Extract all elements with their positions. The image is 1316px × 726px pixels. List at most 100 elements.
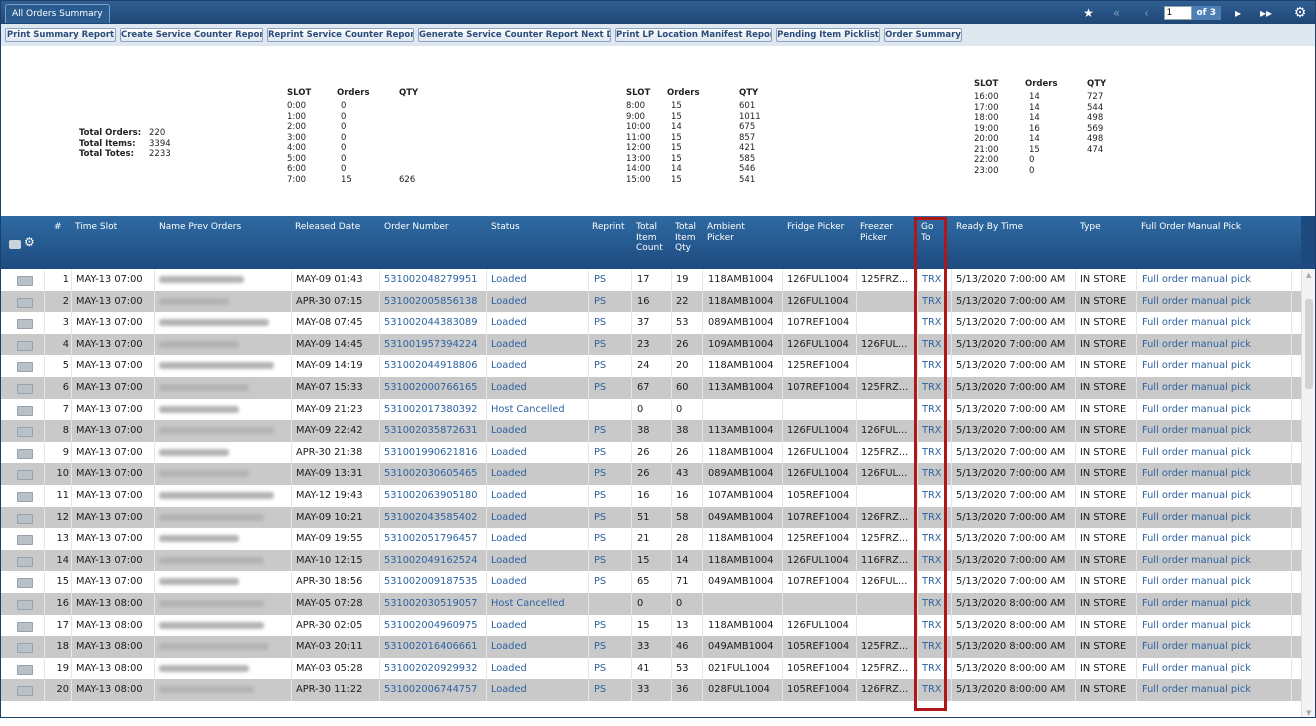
row-full-order-manual-pick[interactable]: Full order manual pick (1142, 550, 1251, 572)
row-go-to-link[interactable]: TRX (922, 658, 942, 680)
row-select-icon[interactable] (17, 686, 33, 697)
row-full-order-manual-pick[interactable]: Full order manual pick (1142, 593, 1251, 615)
row-go-to-link[interactable]: TRX (922, 571, 942, 593)
row-order-number[interactable]: 531002043585402 (384, 507, 478, 529)
row-go-to-link[interactable]: TRX (922, 615, 942, 637)
row-reprint[interactable]: PS (594, 507, 606, 529)
col-status[interactable]: Status (491, 222, 520, 233)
row-order-number[interactable]: 531002063905180 (384, 485, 478, 507)
table-row[interactable]: 9 MAY-13 07:00 APR-30 21:38 531001990621816… (1, 441, 1301, 465)
row-select-icon[interactable] (17, 492, 33, 502)
row-select-icon[interactable] (17, 448, 33, 459)
table-row[interactable]: 6 MAY-13 07:00 MAY-07 15:33 531002000766165… (1, 377, 1301, 400)
row-full-order-manual-pick[interactable]: Full order manual pick (1142, 442, 1251, 464)
row-reprint[interactable]: PS (594, 269, 606, 291)
row-reprint[interactable]: PS (594, 571, 606, 593)
row-full-order-manual-pick[interactable]: Full order manual pick (1142, 269, 1251, 291)
row-full-order-manual-pick[interactable]: Full order manual pick (1142, 463, 1251, 485)
order-summary-button[interactable]: Order Summary (884, 28, 962, 42)
row-reprint[interactable]: PS (594, 485, 606, 507)
row-go-to-link[interactable]: TRX (922, 679, 942, 701)
row-order-number[interactable]: 531001957394224 (384, 334, 478, 356)
scroll-thumb[interactable] (1305, 299, 1313, 389)
table-row[interactable]: 14 MAY-13 07:00 MAY-10 12:15 53100204916252… (1, 549, 1301, 573)
row-reprint[interactable]: PS (594, 420, 606, 442)
row-reprint[interactable]: PS (594, 615, 606, 637)
table-row[interactable]: 10 MAY-13 07:00 MAY-09 13:31 53100203060546… (1, 463, 1301, 486)
col-name[interactable]: Name Prev Orders (159, 222, 241, 233)
row-reprint[interactable]: PS (594, 550, 606, 572)
row-select-icon[interactable] (17, 578, 33, 589)
row-go-to-link[interactable]: TRX (922, 507, 942, 529)
row-full-order-manual-pick[interactable]: Full order manual pick (1142, 399, 1251, 421)
row-order-number[interactable]: 531002005856138 (384, 291, 478, 313)
row-order-number[interactable]: 531002048279951 (384, 269, 478, 291)
row-order-number[interactable]: 531002000766165 (384, 377, 478, 399)
grid-scrollbar[interactable]: ▲ ▼ (1301, 269, 1315, 717)
col-full-order-manual-pick[interactable]: Full Order Manual Pick (1141, 222, 1241, 233)
row-go-to-link[interactable]: TRX (922, 291, 942, 313)
row-select-icon[interactable] (17, 556, 33, 567)
row-select-icon[interactable] (17, 384, 33, 394)
row-go-to-link[interactable]: TRX (922, 463, 942, 485)
prev-page-icon[interactable]: ‹ (1136, 6, 1158, 20)
table-row[interactable]: 3 MAY-13 07:00 MAY-08 07:45 531002044383089… (1, 312, 1301, 335)
row-go-to-link[interactable]: TRX (922, 636, 942, 658)
row-go-to-link[interactable]: TRX (922, 269, 942, 291)
pending-item-picklist-button[interactable]: Pending Item Picklist (776, 28, 880, 42)
print-lp-location-manifest-button[interactable]: Print LP Location Manifest Report (615, 28, 772, 42)
scroll-up-icon[interactable]: ▲ (1306, 271, 1311, 279)
row-full-order-manual-pick[interactable]: Full order manual pick (1142, 507, 1251, 529)
col-total-item-count[interactable]: Total Item Count (636, 222, 670, 254)
row-full-order-manual-pick[interactable]: Full order manual pick (1142, 485, 1251, 507)
row-select-icon[interactable] (17, 535, 33, 546)
row-full-order-manual-pick[interactable]: Full order manual pick (1142, 334, 1251, 356)
row-go-to-link[interactable]: TRX (922, 399, 942, 421)
table-row[interactable]: 7 MAY-13 07:00 MAY-09 21:23 531002017380392… (1, 398, 1301, 422)
row-select-icon[interactable] (17, 297, 33, 308)
scroll-down-icon[interactable]: ▼ (1306, 709, 1311, 717)
row-order-number[interactable]: 531002044383089 (384, 312, 478, 334)
row-full-order-manual-pick[interactable]: Full order manual pick (1142, 658, 1251, 680)
table-row[interactable]: 15 MAY-13 07:00 APR-30 18:56 53100200918753… (1, 571, 1301, 594)
row-reprint[interactable]: PS (594, 679, 606, 701)
row-go-to-link[interactable]: TRX (922, 355, 942, 377)
row-reprint[interactable]: PS (594, 658, 606, 680)
row-reprint[interactable]: PS (594, 291, 606, 313)
col-released-date[interactable]: Released Date (295, 222, 360, 233)
col-order-number[interactable]: Order Number (384, 222, 449, 233)
row-go-to-link[interactable]: TRX (922, 485, 942, 507)
page-input[interactable] (1163, 5, 1192, 20)
row-order-number[interactable]: 531002016406661 (384, 636, 478, 658)
row-select-icon[interactable] (17, 643, 33, 654)
table-row[interactable]: 4 MAY-13 07:00 MAY-09 14:45 531001957394224… (1, 333, 1301, 357)
row-full-order-manual-pick[interactable]: Full order manual pick (1142, 312, 1251, 334)
col-go-to[interactable]: Go To (921, 222, 939, 243)
row-order-number[interactable]: 531002009187535 (384, 571, 478, 593)
row-order-number[interactable]: 531002030605465 (384, 463, 478, 485)
row-full-order-manual-pick[interactable]: Full order manual pick (1142, 571, 1251, 593)
row-select-icon[interactable] (17, 276, 33, 286)
row-go-to-link[interactable]: TRX (922, 442, 942, 464)
table-row[interactable]: 18 MAY-13 08:00 MAY-03 20:11 53100201640666… (1, 636, 1301, 659)
table-row[interactable]: 8 MAY-13 07:00 MAY-09 22:42 531002035872631… (1, 420, 1301, 443)
grid-settings-icon[interactable]: ⚙ (24, 235, 35, 249)
first-page-icon[interactable]: « (1106, 6, 1128, 20)
row-go-to-link[interactable]: TRX (922, 420, 942, 442)
row-select-icon[interactable] (17, 470, 33, 481)
row-order-number[interactable]: 531002017380392 (384, 399, 478, 421)
col-ready-by-time[interactable]: Ready By Time (956, 222, 1023, 233)
row-order-number[interactable]: 531002044918806 (384, 355, 478, 377)
row-order-number[interactable]: 531002020929932 (384, 658, 478, 680)
row-order-number[interactable]: 531001990621816 (384, 442, 478, 464)
next-page-icon[interactable]: ▸ (1227, 6, 1249, 20)
row-order-number[interactable]: 531002004960975 (384, 615, 478, 637)
row-full-order-manual-pick[interactable]: Full order manual pick (1142, 377, 1251, 399)
col-fridge-picker[interactable]: Fridge Picker (787, 222, 844, 233)
row-go-to-link[interactable]: TRX (922, 593, 942, 615)
table-row[interactable]: 2 MAY-13 07:00 APR-30 07:15 531002005856138… (1, 290, 1301, 314)
row-go-to-link[interactable]: TRX (922, 550, 942, 572)
row-order-number[interactable]: 531002006744757 (384, 679, 478, 701)
row-full-order-manual-pick[interactable]: Full order manual pick (1142, 528, 1251, 550)
table-row[interactable]: 5 MAY-13 07:00 MAY-09 14:19 531002044918806… (1, 355, 1301, 378)
